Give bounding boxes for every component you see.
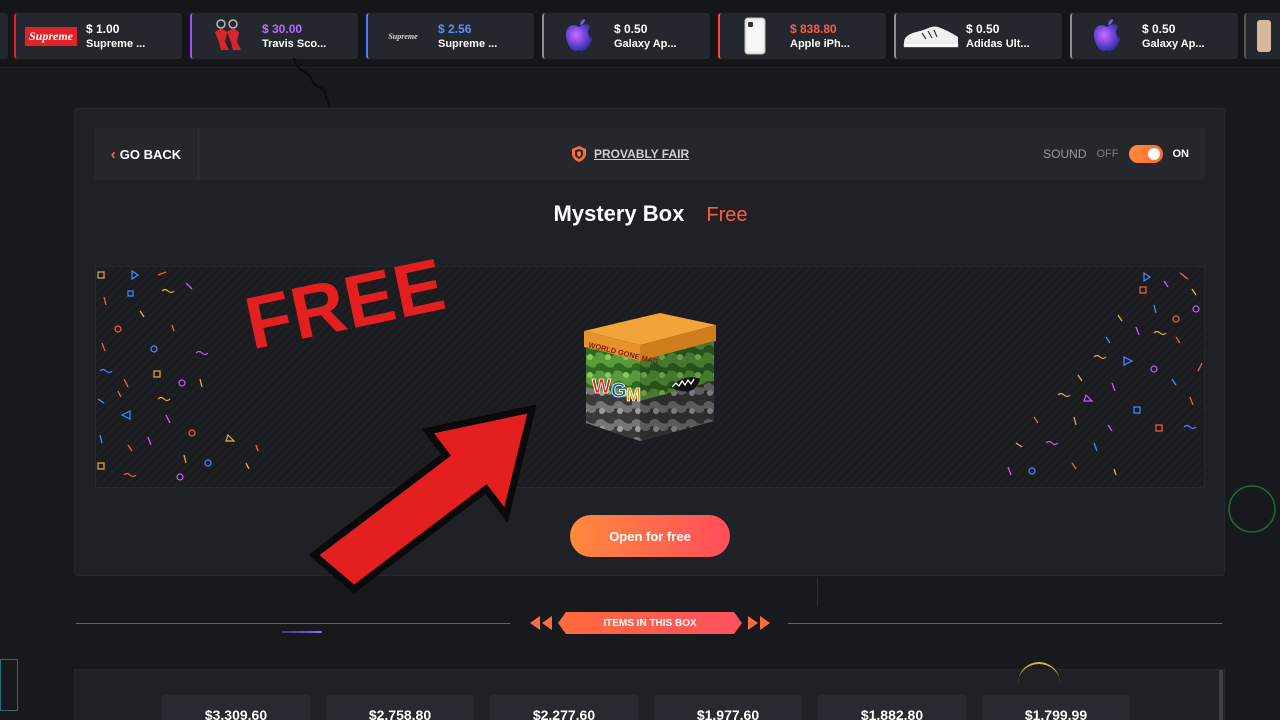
ticker-name: Supreme ... <box>438 38 498 50</box>
sound-control: SOUND OFF ON <box>1043 128 1189 180</box>
divider-accent <box>282 631 322 633</box>
item-price: $2,758.80 <box>368 707 432 720</box>
ticker-item[interactable]: Supreme $ 1.00 Supreme ... <box>14 13 182 59</box>
ticker-name: Adidas Ult... <box>966 38 1030 50</box>
toggle-knob <box>1147 148 1160 160</box>
svg-text:W: W <box>592 376 611 398</box>
supreme-logo-icon: Supreme <box>16 13 86 59</box>
svg-text:G: G <box>611 380 627 402</box>
divider-left <box>76 623 510 624</box>
ticker-price: $ 0.50 <box>614 22 648 36</box>
ticker-name: Galaxy Ap... <box>614 38 677 50</box>
decor-square <box>0 659 18 711</box>
item-card[interactable]: $2,758.80 <box>326 695 474 720</box>
ticker-item[interactable]: $ 838.80 Apple iPh... <box>718 13 886 59</box>
ticker-name: Travis Sco... <box>262 38 327 50</box>
item-card[interactable]: $1,977.60 <box>654 695 802 720</box>
item-price: $1,799.99 <box>1024 707 1088 720</box>
ticker-item[interactable] <box>0 13 8 59</box>
item-card[interactable]: $1,882.80 <box>818 695 966 720</box>
decor-circle <box>1228 485 1276 533</box>
provably-fair-link[interactable]: PROVABLY FAIR <box>572 128 689 180</box>
galaxy-apple-icon <box>1072 13 1142 59</box>
box-title: Mystery Box <box>553 201 685 226</box>
sneaker-icon <box>896 13 966 59</box>
items-in-this-box-label: ITEMS IN THIS BOX <box>558 612 742 634</box>
item-price: $1,882.80 <box>860 707 924 720</box>
red-arrow-icon <box>308 405 537 594</box>
box-title-row: Mystery Box Free <box>75 201 1226 227</box>
provably-fair-label: PROVABLY FAIR <box>594 147 690 161</box>
ticker-name: Galaxy Ap... <box>1142 38 1205 50</box>
shield-icon <box>572 146 586 162</box>
ticker-item[interactable] <box>1244 13 1280 59</box>
sound-off-label: OFF <box>1096 148 1119 160</box>
mystery-box-card: ‹ GO BACK PROVABLY FAIR SOUND OFF ON Mys… <box>74 108 1225 576</box>
box-price: Free <box>706 204 748 226</box>
decor-line <box>817 578 818 606</box>
ticker-item[interactable]: $ 0.50 Galaxy Ap... <box>1070 13 1238 59</box>
ticker-item[interactable]: Supreme $ 2.56 Supreme ... <box>366 13 534 59</box>
svg-text:M: M <box>626 385 641 405</box>
decor-arc <box>1018 662 1060 704</box>
decor-squiggle <box>293 58 331 110</box>
tag-decoration <box>760 616 770 630</box>
item-price: $1,977.60 <box>696 707 760 720</box>
go-back-label: GO BACK <box>119 146 182 162</box>
ticker-price: $ 30.00 <box>262 22 303 36</box>
keychain-icon <box>192 13 262 59</box>
item-card[interactable]: $3,309.60 <box>162 695 310 720</box>
page: Supreme $ 1.00 Supreme ... $ 30.00 Travi… <box>0 0 1280 720</box>
iphone-icon <box>720 13 790 59</box>
ticker-item[interactable]: $ 0.50 Adidas Ult... <box>894 13 1062 59</box>
ticker-name: Supreme ... <box>86 38 146 50</box>
divider-right <box>788 623 1222 624</box>
item-card[interactable]: $1,799.99 <box>982 695 1130 720</box>
item-card[interactable]: $2,277.60 <box>490 695 638 720</box>
sound-on-label: ON <box>1172 148 1190 160</box>
sound-toggle[interactable] <box>1128 145 1163 163</box>
tag-decoration <box>748 616 758 630</box>
ticker-item[interactable]: $ 0.50 Galaxy Ap... <box>542 13 710 59</box>
chevron-left-icon: ‹ <box>110 145 116 163</box>
sound-label: SOUND <box>1043 147 1087 161</box>
confetti-right <box>1007 271 1203 476</box>
live-drops-ticker: Supreme $ 1.00 Supreme ... $ 30.00 Travi… <box>0 0 1280 68</box>
item-price: $2,277.60 <box>532 707 596 720</box>
supreme-logo-icon: Supreme <box>388 31 418 41</box>
tag-decoration <box>542 616 552 630</box>
iphone-icon <box>1246 13 1280 59</box>
go-back-button[interactable]: ‹ GO BACK <box>94 128 199 180</box>
mystery-box-image: W G M WORLD GONE MAD <box>584 313 716 441</box>
ticker-price: $ 0.50 <box>966 22 1000 36</box>
open-for-free-button[interactable]: Open for free <box>570 515 730 557</box>
ticker-item[interactable]: $ 30.00 Travis Sco... <box>190 13 358 59</box>
scrollbar[interactable] <box>1219 670 1223 720</box>
tag-decoration <box>530 616 540 630</box>
ticker-name: Apple iPh... <box>790 38 850 50</box>
ticker-price: $ 838.80 <box>790 22 837 36</box>
ticker-price: $ 2.56 <box>438 22 472 36</box>
card-topbar: ‹ GO BACK PROVABLY FAIR SOUND OFF ON <box>94 128 1205 180</box>
item-price: $3,309.60 <box>204 707 268 720</box>
ticker-price: $ 0.50 <box>1142 22 1176 36</box>
ticker-price: $ 1.00 <box>86 22 120 36</box>
galaxy-apple-icon <box>544 13 614 59</box>
